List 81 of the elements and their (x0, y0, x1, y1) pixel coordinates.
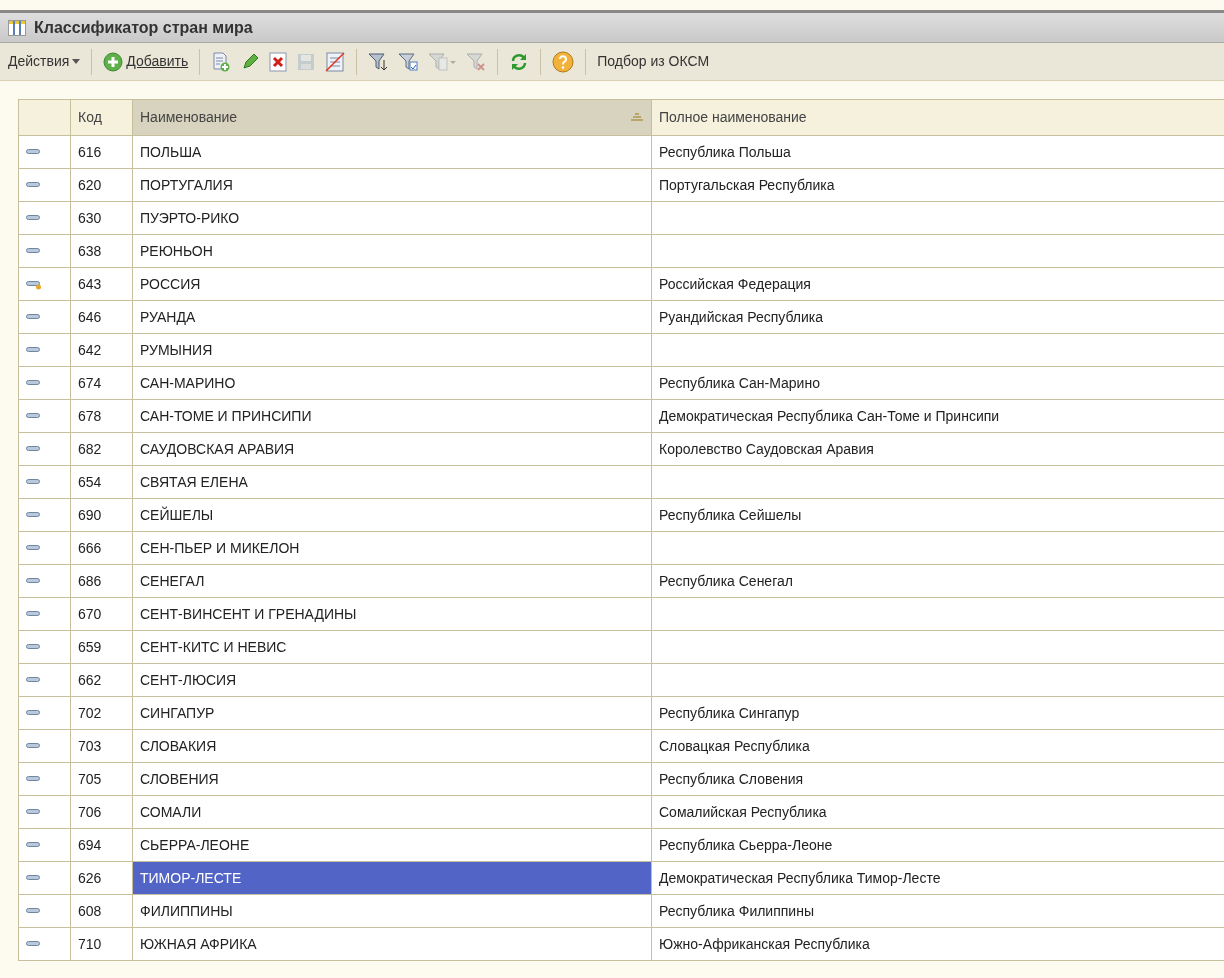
code-cell: 638 (70, 234, 133, 268)
code-cell: 678 (70, 399, 133, 433)
name-cell[interactable]: СЬЕРРА-ЛЕОНЕ (132, 828, 652, 862)
column-header[interactable]: Код (70, 99, 133, 136)
column-header[interactable]: Полное наименование (651, 99, 1224, 136)
code-cell: 616 (70, 135, 133, 169)
column-header[interactable]: Наименование (132, 99, 652, 136)
code-cell: 694 (70, 828, 133, 862)
full-name-cell: Республика Сингапур (651, 696, 1224, 730)
name-cell[interactable]: СЕН-ПЬЕР И МИКЕЛОН (132, 531, 652, 565)
code-cell: 682 (70, 432, 133, 466)
full-name-cell: Республика Сенегал (651, 564, 1224, 598)
name-cell[interactable]: СИНГАПУР (132, 696, 652, 730)
full-name-cell: Сомалийская Республика (651, 795, 1224, 829)
code-cell: 608 (70, 894, 133, 928)
code-cell: 670 (70, 597, 133, 631)
name-cell[interactable]: СЕНЕГАЛ (132, 564, 652, 598)
name-cell[interactable]: ТИМОР-ЛЕСТЕ (132, 861, 652, 895)
unmark-icon[interactable] (323, 49, 348, 74)
name-cell[interactable]: РУАНДА (132, 300, 652, 334)
name-cell[interactable]: СЕНТ-ЛЮСИЯ (132, 663, 652, 697)
pick-button[interactable]: Подбор из ОКСМ (595, 49, 712, 74)
full-name-cell: Республика Филиппины (651, 894, 1224, 928)
code-cell: 626 (70, 861, 133, 895)
sort-icon (630, 112, 644, 123)
name-cell[interactable]: СЕНТ-КИТС И НЕВИС (132, 630, 652, 664)
add-button[interactable]: Добавить (101, 49, 191, 74)
full-name-cell: Республика Словения (651, 762, 1224, 796)
full-name-cell: Республика Сан-Марино (651, 366, 1224, 400)
code-cell: 643 (70, 267, 133, 301)
code-cell: 662 (70, 663, 133, 697)
name-cell[interactable]: СОМАЛИ (132, 795, 652, 829)
add-icon (103, 51, 124, 72)
full-name-cell: Демократическая Республика Тимор-Лесте (651, 861, 1224, 895)
table-icon (8, 19, 26, 36)
code-cell: 702 (70, 696, 133, 730)
name-cell[interactable]: ПОРТУГАЛИЯ (132, 168, 652, 202)
code-cell: 620 (70, 168, 133, 202)
name-cell[interactable]: СЕЙШЕЛЫ (132, 498, 652, 532)
code-cell: 710 (70, 927, 133, 961)
code-cell: 654 (70, 465, 133, 499)
name-cell[interactable]: ЮЖНАЯ АФРИКА (132, 927, 652, 961)
full-name-cell: Демократическая Республика Сан-Томе и Принсипи (651, 399, 1224, 433)
code-cell: 690 (70, 498, 133, 532)
code-cell: 686 (70, 564, 133, 598)
name-cell[interactable]: СЛОВАКИЯ (132, 729, 652, 763)
help-icon[interactable] (550, 48, 577, 75)
name-cell[interactable]: ФИЛИППИНЫ (132, 894, 652, 928)
code-cell: 706 (70, 795, 133, 829)
full-name-cell: Республика Сьерра-Леоне (651, 828, 1224, 862)
name-cell[interactable]: РУМЫНИЯ (132, 333, 652, 367)
actions-menu[interactable]: Действия (6, 49, 83, 74)
name-cell[interactable]: РОССИЯ (132, 267, 652, 301)
window-title: Классификатор стран мира (34, 17, 253, 38)
full-name-cell: Российская Федерация (651, 267, 1224, 301)
full-name-cell: Южно-Африканская Республика (651, 927, 1224, 961)
code-cell: 666 (70, 531, 133, 565)
name-cell[interactable]: САН-ТОМЕ И ПРИНСИПИ (132, 399, 652, 433)
full-name-cell: Королевство Саудовская Аравия (651, 432, 1224, 466)
code-cell: 703 (70, 729, 133, 763)
full-name-cell: Португальская Республика (651, 168, 1224, 202)
name-cell[interactable]: СЕНТ-ВИНСЕНТ И ГРЕНАДИНЫ (132, 597, 652, 631)
code-cell: 630 (70, 201, 133, 235)
code-cell: 674 (70, 366, 133, 400)
name-cell[interactable]: ПУЭРТО-РИКО (132, 201, 652, 235)
code-cell: 659 (70, 630, 133, 664)
code-cell: 642 (70, 333, 133, 367)
full-name-cell: Руандийская Республика (651, 300, 1224, 334)
name-cell[interactable]: СЛОВЕНИЯ (132, 762, 652, 796)
full-name-cell: Республика Польша (651, 135, 1224, 169)
name-cell[interactable]: ПОЛЬША (132, 135, 652, 169)
name-cell[interactable]: РЕЮНЬОН (132, 234, 652, 268)
caret-icon (72, 59, 81, 64)
full-name-cell: Республика Сейшелы (651, 498, 1224, 532)
name-cell[interactable]: САН-МАРИНО (132, 366, 652, 400)
name-cell[interactable]: САУДОВСКАЯ АРАВИЯ (132, 432, 652, 466)
delete-icon[interactable] (267, 49, 290, 74)
name-cell[interactable]: СВЯТАЯ ЕЛЕНА (132, 465, 652, 499)
full-name-cell: Словацкая Республика (651, 729, 1224, 763)
code-cell: 705 (70, 762, 133, 796)
code-cell: 646 (70, 300, 133, 334)
